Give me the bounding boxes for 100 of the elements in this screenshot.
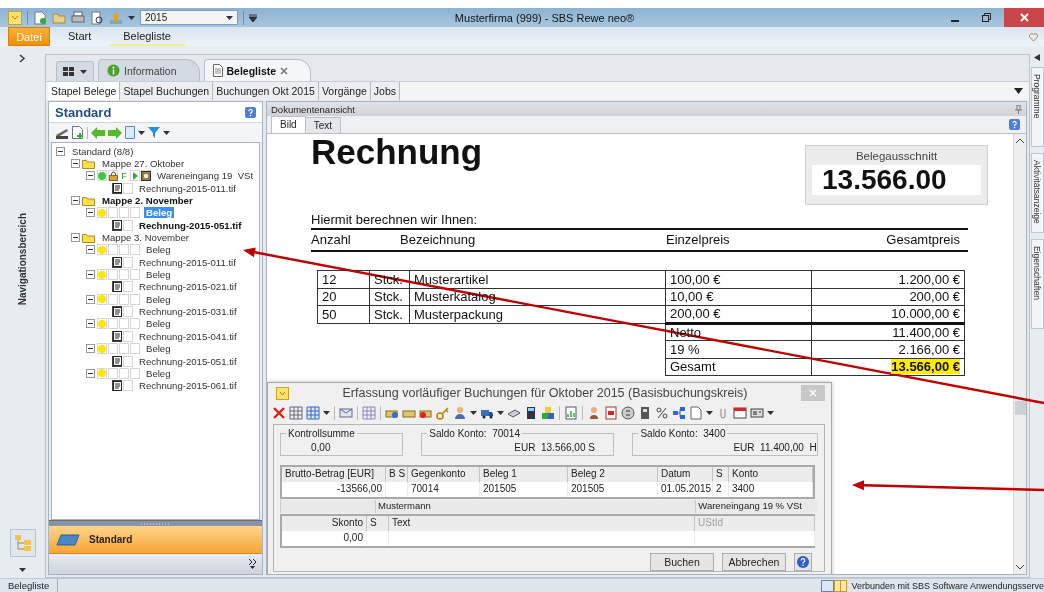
dropdown-caret-icon[interactable] [470,410,477,416]
print-preview-icon[interactable] [90,10,104,25]
side-panel-tab[interactable]: Programme [1030,67,1044,147]
dropdown-caret-icon[interactable] [323,410,330,416]
add-document-icon[interactable] [72,126,84,139]
grid-cell[interactable]: 3400 [729,482,813,497]
grid-cell[interactable]: 2 [713,482,729,497]
tree-item-label[interactable]: Beleg [144,343,173,355]
scroll-up-icon[interactable] [1016,138,1024,143]
scanner-icon[interactable] [55,126,69,139]
navigation-pane-label[interactable]: Navigationsbereich [17,213,28,306]
delete-icon[interactable] [272,405,286,420]
expand-chevron-icon[interactable] [19,54,26,63]
collapse-icon[interactable] [86,294,95,304]
navigation-group-button[interactable]: Standard [49,526,262,554]
grid-cell[interactable]: 201505 [568,482,658,497]
close-tab-icon[interactable] [280,66,289,75]
hierarchy-icon[interactable] [672,405,686,420]
key-icon[interactable] [436,405,450,420]
sub-tab[interactable]: Stapel Buchungen [120,82,214,100]
dropdown-caret-icon[interactable] [767,410,774,416]
grid-cell[interactable]: -13566,00 [282,482,386,497]
heart-icon[interactable] [1029,32,1038,41]
tab-list-button[interactable] [56,61,94,81]
help-button[interactable] [794,553,812,571]
collapse-icon[interactable] [86,368,95,378]
tree-item-label[interactable]: Beleg [144,293,173,305]
tree-item-label[interactable]: Rechnung-2015-051.tif [137,355,239,367]
collapse-icon[interactable] [71,159,80,168]
more-icon[interactable] [249,559,256,569]
grid-icon[interactable] [289,405,303,420]
scroll-down-icon[interactable] [1016,565,1024,570]
pin-icon[interactable] [1015,104,1022,114]
dropdown-caret-icon[interactable] [1014,88,1023,94]
new-document-icon[interactable] [33,10,47,25]
collapse-icon[interactable] [86,208,95,218]
percent-icon[interactable] [655,405,669,420]
tree-item-label[interactable]: Mappe 2. November [100,195,195,207]
dropdown-caret-icon[interactable] [497,410,504,416]
scrollbar[interactable] [1013,134,1026,574]
grid-cell[interactable]: 01.05.2015 [658,482,713,497]
collapse-icon[interactable] [86,319,95,329]
close-button[interactable] [1004,8,1044,27]
printer-icon[interactable] [71,10,85,25]
dialog-button[interactable]: Buchen [650,553,714,571]
dialog-button[interactable]: Abbrechen [722,553,786,571]
grid-cell[interactable] [367,531,389,546]
tree-item-label[interactable]: Beleg [144,318,173,330]
collapse-arrow-icon[interactable] [1034,54,1040,61]
app-icon[interactable] [8,10,22,25]
dropdown-caret-icon[interactable] [163,130,170,135]
dropdown-caret-icon[interactable] [706,410,713,416]
collapse-icon[interactable] [86,344,95,354]
tree-item-label[interactable]: Rechnung-2015-021.tif [137,281,239,293]
dropdown-caret-icon[interactable] [80,69,87,74]
grid-cell[interactable]: 0,00 [282,531,367,546]
collapse-icon[interactable] [56,146,65,156]
coin-icon[interactable] [621,405,635,420]
tree-item-label[interactable]: Standard (8/8) [70,145,136,157]
dropdown-caret-icon[interactable] [138,130,145,135]
tree-item-label[interactable]: Rechnung-2015-061.tif [137,380,239,392]
report-icon[interactable] [564,405,578,420]
dropdown-caret-icon[interactable] [226,15,233,20]
tree-item-label[interactable]: Beleg [144,367,173,379]
document-tab[interactable]: Information [98,59,200,81]
tree-item-label[interactable]: Mappe 3. November [100,232,191,244]
tree-item-label[interactable]: Rechnung-2015-051.tif [137,219,244,231]
tree-item-label[interactable]: Wareneingang 19 VSt [155,170,256,182]
collapse-icon[interactable] [71,196,80,206]
help-icon[interactable] [1009,119,1020,130]
dropdown-caret-icon[interactable] [19,567,26,572]
tree-item-label[interactable]: Rechnung-2015-011.tif [137,182,238,194]
sub-tab[interactable]: Jobs [370,82,401,100]
tree-item-label[interactable]: Beleg [144,269,173,281]
pdf-document-icon[interactable] [604,405,618,420]
side-panel-tab[interactable]: Aktivitätsanzeige [1030,153,1044,233]
dropdown-caret-icon[interactable] [128,15,135,20]
sub-tab[interactable]: Buchungen Okt 2015 [213,82,319,100]
collapse-icon[interactable] [86,270,95,280]
grid-cell[interactable]: 70014 [408,482,480,497]
help-icon[interactable] [245,106,256,118]
cubes-icon[interactable] [541,405,555,420]
person-icon[interactable] [587,405,601,420]
collapse-icon[interactable] [71,233,80,243]
single-view-icon[interactable] [821,579,835,592]
collapse-icon[interactable] [86,171,95,181]
view-tab[interactable]: Text [304,117,342,133]
year-combo[interactable]: 2015 [140,10,238,25]
grid-cell[interactable] [695,531,815,546]
tree-item-label[interactable]: Mappe 27. Oktober [100,158,187,169]
sub-tab[interactable]: Vorgänge [318,82,371,100]
tree-item-label[interactable]: Rechnung-2015-031.tif [137,306,239,318]
envelope-icon[interactable] [339,405,353,420]
person-icon[interactable] [453,405,467,420]
view-tab[interactable]: Bild [271,116,306,133]
collapse-icon[interactable] [86,245,95,255]
customize-caret-icon[interactable] [249,13,257,22]
ribbon-tab[interactable]: Start [54,27,106,46]
grid-cell[interactable] [386,482,408,497]
sub-tab[interactable]: Stapel Belege [48,82,121,100]
